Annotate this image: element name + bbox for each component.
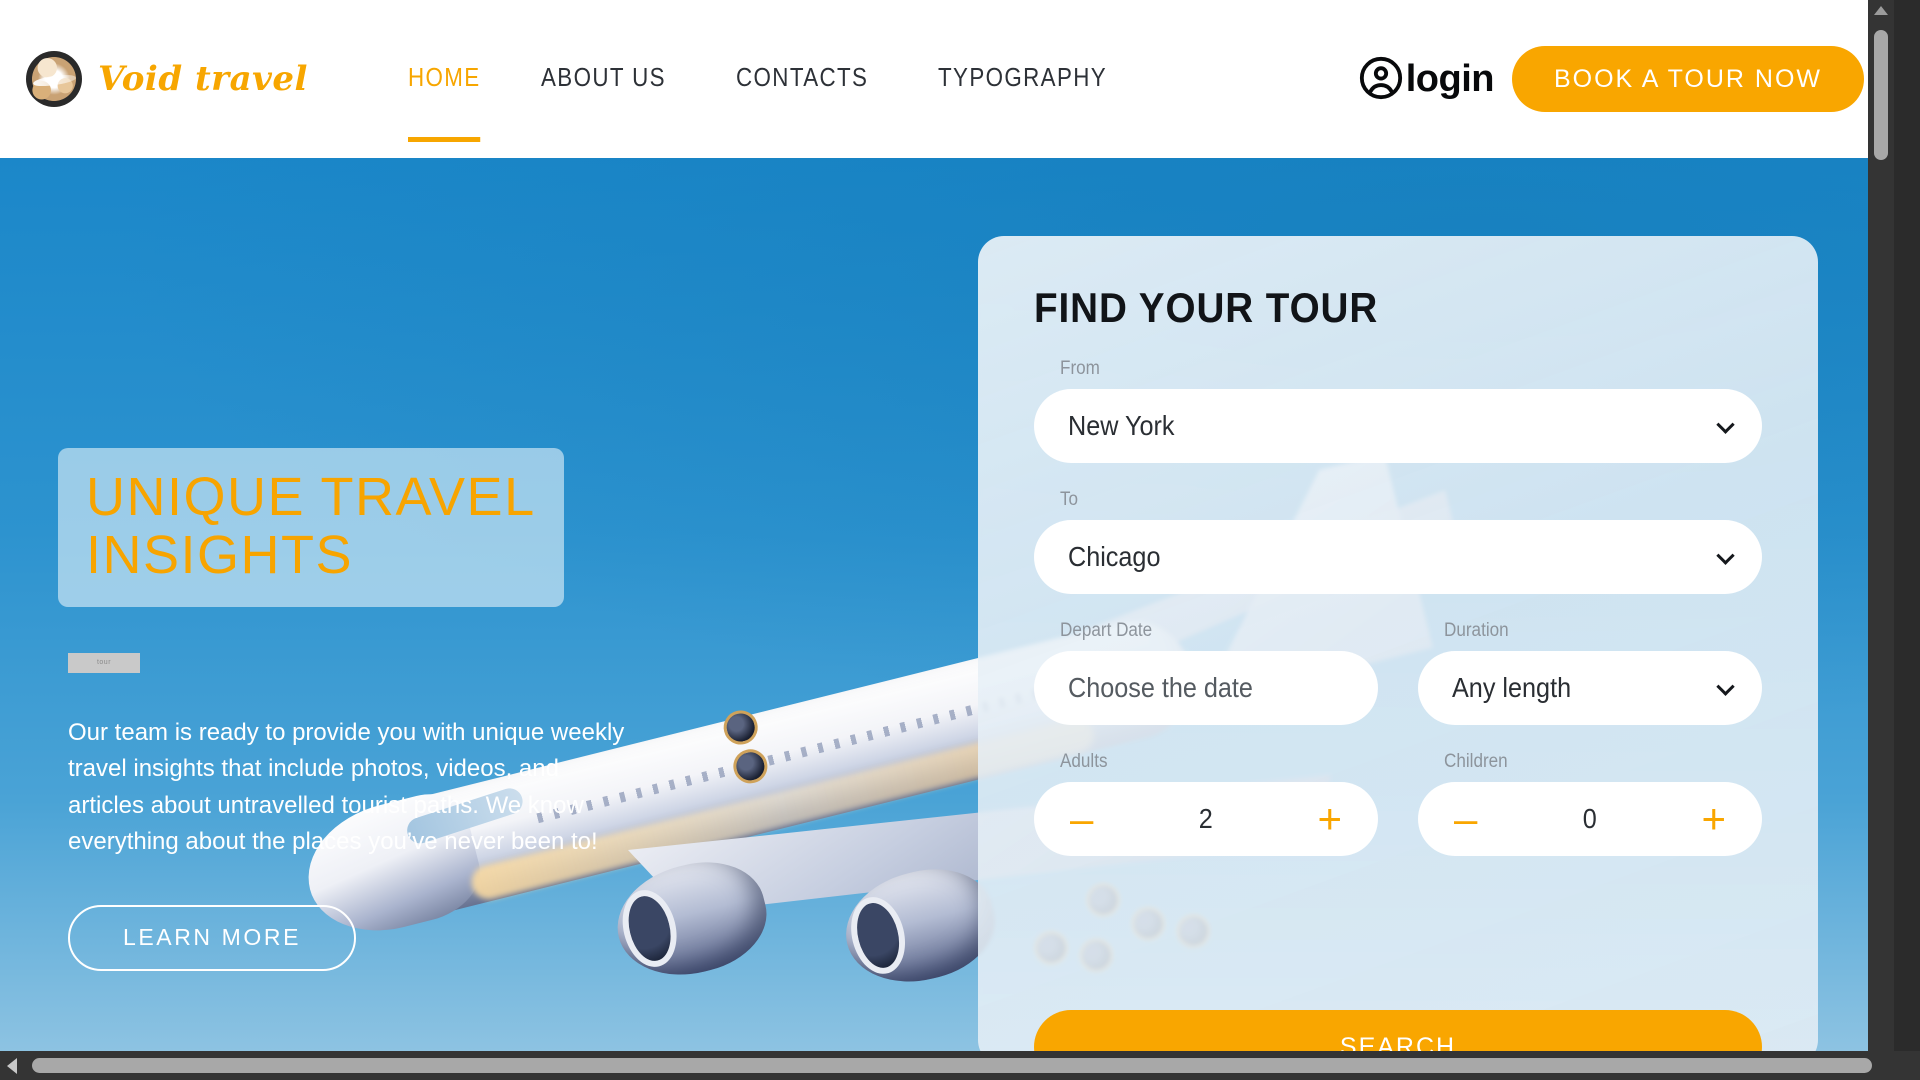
adults-value: 2	[1198, 803, 1213, 834]
find-your-tour-panel: FIND YOUR TOUR From New York To Chicago …	[978, 236, 1818, 1051]
scroll-up-arrow-icon[interactable]	[1874, 6, 1888, 15]
logo[interactable]: Void travel	[26, 51, 308, 107]
duration-group: Duration Any length	[1418, 594, 1762, 725]
duration-select[interactable]: Any length	[1418, 651, 1762, 725]
to-label: To	[1060, 489, 1079, 510]
panel-title: FIND YOUR TOUR	[1034, 284, 1379, 331]
site-header: Void travel HOME ABOUT US CONTACTS TYPOG…	[0, 0, 1894, 158]
adults-label: Adults	[1060, 751, 1108, 772]
user-circle-icon	[1358, 55, 1404, 104]
plane-landing-gear	[720, 706, 762, 749]
login-label: login	[1405, 58, 1495, 100]
from-value: New York	[1068, 410, 1175, 441]
hero-paragraph: Our team is ready to provide you with un…	[68, 718, 625, 856]
adults-group: Adults – 2 +	[1034, 725, 1378, 856]
plane-landing-gear	[729, 745, 771, 787]
logo-text: Void travel	[98, 59, 308, 99]
login-button[interactable]: login	[1358, 55, 1494, 104]
search-button[interactable]: SEARCH	[1034, 1010, 1762, 1051]
nav-item-home[interactable]: HOME	[407, 62, 481, 142]
children-increment-button[interactable]: +	[1695, 798, 1732, 840]
hero-headline-plate: UNIQUE TRAVEL INSIGHTS	[58, 448, 564, 607]
adults-increment-button[interactable]: +	[1311, 798, 1348, 840]
adults-stepper: – 2 +	[1034, 782, 1378, 856]
chevron-down-icon	[1716, 677, 1735, 696]
children-value: 0	[1582, 803, 1597, 834]
children-label: Children	[1444, 751, 1508, 772]
horizontal-scrollbar-thumb[interactable]	[32, 1058, 1872, 1073]
broken-image-placeholder: tour	[68, 652, 140, 673]
horizontal-scrollbar[interactable]	[0, 1051, 1920, 1080]
hero-section: UNIQUE TRAVEL INSIGHTS tour Our team is …	[0, 158, 1894, 1051]
brand-logo-icon	[26, 51, 82, 107]
duration-label: Duration	[1444, 620, 1509, 641]
to-value: Chicago	[1068, 541, 1161, 572]
chevron-down-icon	[1716, 415, 1735, 434]
to-select[interactable]: Chicago	[1034, 520, 1762, 594]
scroll-left-arrow-icon[interactable]	[7, 1057, 17, 1074]
vertical-scrollbar[interactable]	[1868, 0, 1894, 1051]
chevron-down-icon	[1716, 546, 1735, 565]
duration-value: Any length	[1452, 672, 1572, 703]
scrollbar-corner	[1894, 1051, 1920, 1080]
children-group: Children – 0 +	[1418, 725, 1762, 856]
date-duration-row: Depart Date Choose the date Duration Any…	[1034, 594, 1762, 725]
adults-decrement-button[interactable]: –	[1064, 798, 1099, 840]
depart-date-value: Choose the date	[1068, 672, 1253, 703]
children-decrement-button[interactable]: –	[1448, 798, 1483, 840]
learn-more-button[interactable]: LEARN MORE	[68, 904, 356, 971]
book-a-tour-button[interactable]: BOOK A TOUR NOW	[1511, 46, 1864, 112]
nav-item-contacts[interactable]: CONTACTS	[736, 62, 868, 97]
nav-item-typography[interactable]: TYPOGRAPHY	[938, 62, 1107, 97]
from-label: From	[1060, 358, 1100, 379]
hero-headline: UNIQUE TRAVEL INSIGHTS	[86, 467, 536, 586]
from-select[interactable]: New York	[1034, 389, 1762, 463]
depart-date-label: Depart Date	[1060, 620, 1153, 641]
browser-viewport: Void travel HOME ABOUT US CONTACTS TYPOG…	[0, 0, 1920, 1080]
depart-date-input[interactable]: Choose the date	[1034, 651, 1378, 725]
nav-item-about-us[interactable]: ABOUT US	[541, 62, 666, 97]
passengers-row: Adults – 2 + Children – 0 +	[1034, 725, 1762, 856]
vertical-scrollbar-thumb[interactable]	[1874, 30, 1888, 160]
children-stepper: – 0 +	[1418, 782, 1762, 856]
header-actions: login BOOK A TOUR NOW	[1358, 46, 1864, 112]
main-navigation: HOME ABOUT US CONTACTS TYPOGRAPHY	[407, 62, 1135, 142]
hero-copy: UNIQUE TRAVEL INSIGHTS tour Our team is …	[58, 448, 688, 971]
web-page: Void travel HOME ABOUT US CONTACTS TYPOG…	[0, 0, 1894, 1051]
depart-date-group: Depart Date Choose the date	[1034, 594, 1378, 725]
